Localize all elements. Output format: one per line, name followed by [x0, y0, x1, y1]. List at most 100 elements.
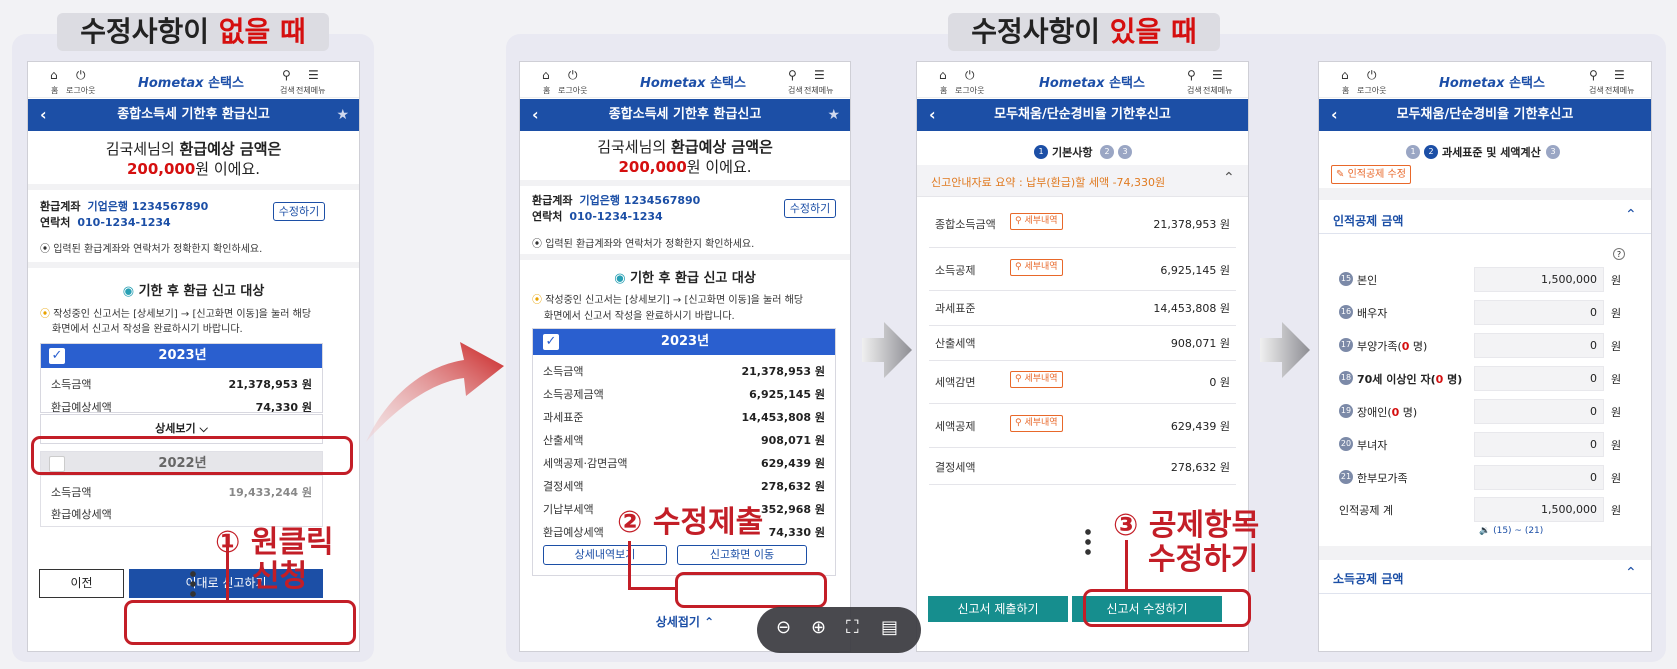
guide-line-1: ⦿ 작성중인 신고서는 [상세보기] → [신고화면 이동]을 눌러 해당: [532, 295, 804, 306]
guide-line-1: ⦿ 작성중인 신고서는 [상세보기] → [신고화면 이동]을 눌러 해당: [40, 309, 312, 320]
detail-tag-button[interactable]: ⚲ 세부내역: [1010, 371, 1063, 388]
home-icon[interactable]: ⌂: [50, 68, 58, 82]
home-icon[interactable]: ⌂: [1341, 68, 1349, 82]
back-icon[interactable]: ‹: [929, 99, 936, 131]
detail-tag-button[interactable]: ⚲ 세부내역: [1010, 213, 1063, 230]
amount-field[interactable]: 0: [1474, 399, 1604, 424]
power-icon[interactable]: ⏻: [76, 68, 86, 83]
dots-icon: [190, 569, 196, 597]
dots-icon: [1085, 527, 1091, 557]
amount-field[interactable]: 0: [1474, 366, 1604, 391]
page-title-bar: ‹ 종합소득세 기한후 환급신고 ★: [28, 99, 359, 131]
edit-account-button[interactable]: 수정하기: [273, 202, 325, 221]
section-title: ◉ 기한 후 환급 신고 대상: [122, 284, 265, 299]
menu-icon[interactable]: ☰: [1212, 68, 1223, 82]
search-icon[interactable]: ⚲: [1187, 68, 1196, 82]
list-item: 소득금액 21,378,953 원: [51, 378, 312, 391]
power-icon[interactable]: ⏻: [568, 68, 578, 83]
prev-button[interactable]: 이전: [39, 569, 124, 598]
move-to-report-button[interactable]: 신고화면 이동: [677, 545, 807, 565]
help-icon[interactable]: ?: [1613, 248, 1625, 260]
app-header: ⌂ ⏻ 홈 로그아웃 Hometax 손택스 ⚲ ☰ 검색 전체메뉴: [917, 62, 1248, 98]
detail-tag-button[interactable]: ⚲ 세부내역: [1010, 415, 1063, 432]
hometax-logo: Hometax 손택스: [1439, 76, 1545, 91]
step-label: 과세표준 및 세액계산: [1442, 146, 1541, 159]
list-item: 환급예상세액: [51, 508, 112, 521]
chevron-up-icon[interactable]: ⌃: [1223, 170, 1235, 186]
callout-edit-submit: ② 수정제출: [617, 505, 764, 540]
row-label: 장애인(0 명): [1357, 406, 1418, 419]
list-item: 소득금액 19,433,244 원: [51, 486, 312, 499]
total-field: 1,500,000: [1474, 497, 1604, 522]
detail-tag-button[interactable]: ⚲ 세부내역: [1010, 259, 1063, 276]
amount-field[interactable]: 0: [1474, 465, 1604, 490]
power-icon[interactable]: ⏻: [965, 68, 975, 83]
card-header[interactable]: 2023년: [41, 344, 322, 368]
range-note: 🔉 (15) ~ (21): [1479, 526, 1544, 536]
search-icon[interactable]: ⚲: [1589, 68, 1598, 82]
row-label: 한부모가족: [1357, 472, 1408, 485]
callout-one-click: ① 원클릭: [215, 525, 334, 560]
contact-row: 연락처 010-1234-1234: [40, 216, 171, 229]
guide-line-2: 화면에서 신고서 작성을 완료하시기 바랍니다.: [52, 324, 243, 335]
refund-amount: 200,000원 이에요.: [618, 158, 752, 176]
amount-field[interactable]: 0: [1474, 333, 1604, 358]
submit-report-button[interactable]: 신고서 제출하기: [928, 596, 1068, 622]
step-3: 3: [1546, 145, 1560, 159]
star-icon[interactable]: ★: [336, 99, 349, 131]
list-item: 과세표준 14,453,808 원: [543, 411, 825, 424]
row-label: 부녀자: [1357, 439, 1388, 452]
screen-refund-no-changes: ⌂ ⏻ 홈 로그아웃 Hometax 손택스 ⚲ ☰ 검색 전체메뉴 ‹ 종합소…: [27, 61, 360, 652]
menu-icon[interactable]: ☰: [1614, 68, 1625, 82]
account-row: 환급계좌 기업은행 1234567890: [532, 194, 701, 207]
list-item: 과세표준 14,453,808 원: [935, 302, 1230, 315]
list-item: 산출세액 908,071 원: [935, 337, 1230, 350]
fullscreen-icon[interactable]: ⛶: [846, 617, 859, 638]
menu-icon[interactable]: ☰: [308, 68, 319, 82]
step-label: 기본사항: [1052, 146, 1093, 159]
refund-headline: 김국세님의 환급예상 금액은: [105, 140, 282, 158]
heading-no-changes: 수정사항이 없을 때: [57, 13, 329, 51]
back-icon[interactable]: ‹: [1331, 99, 1338, 131]
chevron-up-icon[interactable]: ⌃: [1625, 207, 1637, 223]
edit-personal-deduction-button[interactable]: ✎ 인적공제 수정: [1331, 165, 1411, 184]
highlight-detail-view: [31, 436, 353, 475]
back-icon[interactable]: ‹: [532, 99, 539, 131]
refund-amount: 200,000원 이에요.: [126, 160, 261, 178]
amount-field[interactable]: 0: [1474, 300, 1604, 325]
amount-field[interactable]: 1,500,000: [1474, 267, 1604, 292]
canvas: 수정사항이 없을 때 수정사항이 있을 때 ⌂ ⏻ 홈 로그아웃 Hometax…: [0, 0, 1677, 669]
check-icon[interactable]: ✓: [49, 348, 65, 364]
notice-text: ⦿ 입력된 환급계좌와 연락처가 정확한지 확인하세요.: [532, 239, 755, 250]
amount-field[interactable]: 0: [1474, 432, 1604, 457]
chevron-right-icon: [1260, 322, 1310, 378]
summary-text: 신고안내자료 요약 : 납부(환급)할 세액 -74,330원: [931, 176, 1166, 189]
hometax-logo: Hometax 손택스: [138, 76, 244, 91]
star-icon[interactable]: ★: [827, 99, 840, 131]
zoom-out-icon[interactable]: ⊖: [776, 617, 791, 638]
heading-with-changes: 수정사항이 있을 때: [948, 13, 1220, 51]
zoom-in-icon[interactable]: ⊕: [811, 617, 826, 638]
search-icon[interactable]: ⚲: [788, 68, 797, 82]
card-header[interactable]: 2023년: [533, 329, 835, 355]
list-item: 세액공제·감면금액 629,439 원: [543, 457, 825, 470]
chevron-right-icon: [862, 322, 912, 378]
menu-icon[interactable]: ☰: [814, 68, 825, 82]
list-item: 세액공제 629,439 원: [935, 420, 1230, 433]
check-icon[interactable]: ✓: [543, 334, 559, 350]
home-icon[interactable]: ⌂: [542, 68, 550, 82]
step-2: 2: [1100, 145, 1114, 159]
power-icon[interactable]: ⏻: [1367, 68, 1377, 83]
screen-refund-submit-edit: ⌂ ⏻ 홈 로그아웃 Hometax 손택스 ⚲ ☰ 검색 전체메뉴 ‹ 종합소…: [519, 61, 851, 652]
row-label: 70세 이상인 자(0 명): [1357, 373, 1463, 386]
chevron-up-icon[interactable]: ⌃: [1625, 565, 1637, 581]
notes-icon[interactable]: ▤: [881, 617, 898, 638]
row-label: 배우자: [1357, 307, 1388, 320]
back-icon[interactable]: ‹: [40, 99, 47, 131]
search-icon[interactable]: ⚲: [282, 68, 291, 82]
home-icon[interactable]: ⌂: [939, 68, 947, 82]
list-item: 결정세액 278,632 원: [543, 480, 825, 493]
total-label: 인적공제 계: [1339, 504, 1394, 517]
edit-account-button[interactable]: 수정하기: [784, 199, 836, 218]
detail-list-button[interactable]: 상세내역보기: [543, 545, 667, 565]
